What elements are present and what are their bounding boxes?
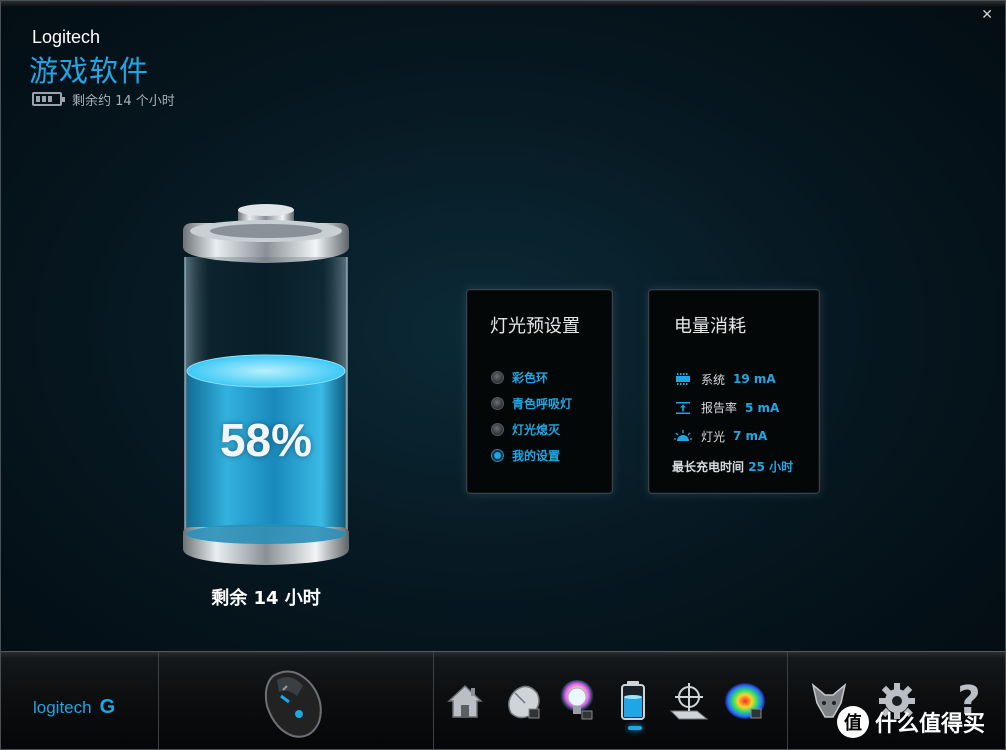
lighting-options: 彩色环 青色呼吸灯 灯光熄灭 我的设置 [491,364,572,468]
active-tab-indicator [628,726,642,730]
battery-status-icon [32,92,65,106]
power-item-label: 报告率 [701,401,738,416]
report-rate-icon [676,401,690,414]
toolbar-divider [787,652,788,749]
logitech-g-icon: G [99,696,116,718]
max-charge-label: 最长充电时间 [672,460,745,474]
battery-percent: 58% [219,414,313,466]
power-item-value: 19 mA [733,372,776,387]
lighting-bulb-icon[interactable] [555,679,599,723]
lighting-option-label: 彩色环 [512,370,549,385]
power-item-value: 5 mA [745,400,780,415]
lighting-presets-title: 灯光预设置 [490,316,580,337]
power-item-label: 灯光 [701,429,726,444]
battery-remaining: 剩余 14 小时 [211,588,321,609]
power-items: 系统 19 mA 报告率 5 mA 灯光 7 mA [673,365,779,451]
logo-text: logitech [33,697,92,717]
battery-illustration [183,204,349,565]
max-charge-time: 最长充电时间 25 小时 [672,458,793,475]
battery-icon[interactable] [611,679,655,723]
lighting-option-label: 我的设置 [512,448,561,463]
max-charge-value: 25 小时 [748,460,794,474]
power-item-lighting: 灯光 7 mA [673,422,779,451]
page-title: 游戏软件 [29,54,150,88]
lighting-option-color-cycle[interactable]: 彩色环 [491,364,572,390]
watermark-logo: 值 [837,706,869,738]
watermark: 值 什么值得买 [837,706,985,738]
mouse-device-icon[interactable] [259,666,331,742]
power-item-system: 系统 19 mA [673,365,779,394]
battery-status: 剩余约 14 个小时 [32,91,175,109]
radio-button[interactable] [491,370,504,384]
power-item-report-rate: 报告率 5 mA [673,394,779,423]
battery-status-text: 剩余约 14 个小时 [72,93,175,109]
radio-button[interactable] [491,396,504,410]
lighting-option-cyan-breathing[interactable]: 青色呼吸灯 [491,390,572,416]
logitech-logo: logitech G [33,696,115,719]
power-item-label: 系统 [701,372,726,387]
toolbar-divider [158,652,159,749]
heatmap-icon[interactable] [723,679,767,723]
lighting-option-my-settings[interactable]: 我的设置 [491,442,572,468]
watermark-text: 什么值得买 [875,712,986,737]
home-icon[interactable] [443,679,487,723]
radio-button[interactable] [491,422,504,436]
lighting-option-label: 灯光熄灭 [512,422,561,437]
toolbar-divider [433,652,434,749]
power-item-value: 7 mA [733,429,768,444]
lighting-option-off[interactable]: 灯光熄灭 [491,416,572,442]
power-consumption-title: 电量消耗 [674,316,746,337]
lighting-option-label: 青色呼吸灯 [512,396,573,411]
title-bar [1,1,1005,7]
light-sun-icon [674,430,692,442]
close-icon[interactable]: ✕ [981,7,993,23]
radio-button-selected[interactable] [491,448,504,462]
app-window: ✕ Logitech 游戏软件 剩余约 14 个小时 58% 剩余 14 小时 … [0,0,1006,750]
battery-graphic: 58% [179,201,353,576]
brand-label: Logitech [32,27,101,47]
surface-tuning-icon[interactable] [667,679,711,723]
mouse-buttons-icon[interactable] [499,679,543,723]
chip-icon [676,373,690,386]
lighting-presets-panel: 灯光预设置 彩色环 青色呼吸灯 灯光熄灭 我的设置 [466,289,613,494]
power-consumption-panel: 电量消耗 系统 19 mA 报告率 5 mA 灯光 7 mA 最长充电时间 25… [648,289,820,494]
